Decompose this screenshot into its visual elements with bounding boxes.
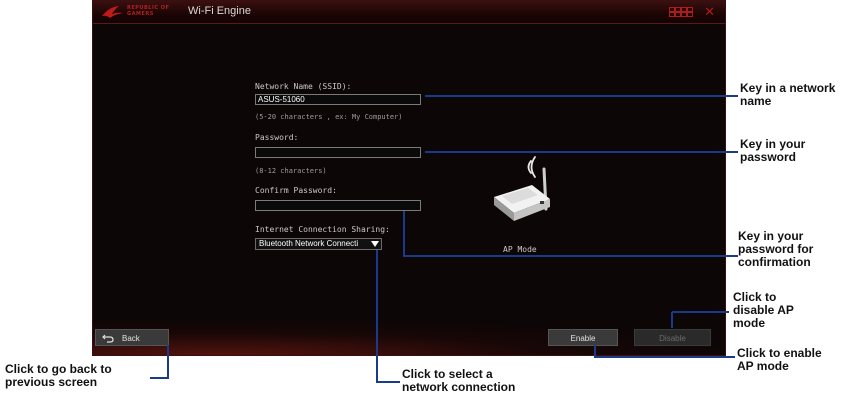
callout-password: Key in your password [740, 138, 805, 164]
callout-select-line-2: network connection [402, 380, 516, 394]
callout-confirm: Key in your password for confirmation [738, 230, 813, 269]
callout-leader-lines [150, 95, 738, 383]
callout-select: Click to select a network connection [402, 368, 515, 394]
callout-disable-line-3: mode [733, 316, 766, 330]
callout-password-line-2: password [740, 150, 797, 164]
callout-disable: Click to disable AP mode [733, 291, 794, 330]
callout-enable-line-2: AP mode [737, 359, 789, 373]
callout-ssid: Key in a network name [740, 82, 835, 108]
callout-ssid-line-2: name [740, 94, 772, 108]
callout-enable: Click to enable AP mode [737, 347, 822, 373]
callout-back-line-2: previous screen [5, 375, 98, 389]
callout-confirm-line-3: confirmation [738, 255, 811, 269]
callout-back: Click to go back to previous screen [5, 363, 112, 389]
